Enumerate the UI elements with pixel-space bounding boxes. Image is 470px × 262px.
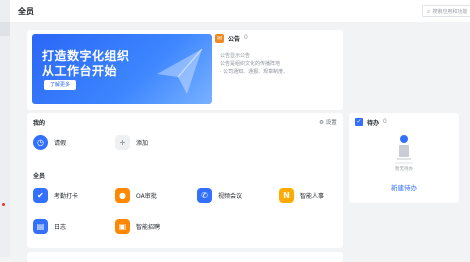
- banner-card: 打造数字化组织 从工作台开始 了解更多 ✉ 公告 0 公告显示公告 公告是组织文…: [27, 30, 343, 110]
- todo-title[interactable]: 待办: [367, 118, 379, 127]
- banner-headline-2: 从工作台开始: [42, 64, 118, 78]
- app-label: 添加: [136, 140, 149, 147]
- person-approve-icon: ●: [115, 188, 130, 203]
- app-label: 智能招聘: [136, 224, 161, 231]
- app-add[interactable]: + 添加: [115, 135, 148, 150]
- settings-button[interactable]: ⚙ 设置: [319, 118, 337, 126]
- settings-label: 设置: [325, 120, 337, 126]
- todo-count: 0: [383, 118, 387, 125]
- app-label: 请假: [54, 140, 67, 147]
- app-log[interactable]: ▤ 日志: [33, 219, 66, 234]
- page-title: 全员: [18, 7, 34, 16]
- app-label: 智能人事: [300, 193, 325, 200]
- clock-icon: ◷: [33, 135, 48, 150]
- empty-state-icon: [395, 135, 413, 164]
- app-recruiting[interactable]: ▣ 智能招聘: [115, 219, 160, 234]
- top-bar: 全员 ⌕ 搜索应用和功能: [10, 0, 470, 22]
- notice-line: · 公司通知、通报、规章制度、: [220, 69, 289, 75]
- briefcase-icon: ▣: [115, 219, 130, 234]
- checkbox-icon: ✓: [355, 118, 363, 126]
- app-leave[interactable]: ◷ 请假: [33, 135, 66, 150]
- todo-card: ✓ 待办 0 暂无待办 新建待办: [349, 113, 459, 203]
- notice-title[interactable]: 公告: [228, 34, 240, 43]
- app-label: 考勤打卡: [54, 193, 79, 200]
- location-check-icon: ✔: [33, 188, 48, 203]
- left-rail: [0, 0, 10, 257]
- notice-line: 公告显示公告: [220, 53, 251, 59]
- app-label: 日志: [54, 224, 67, 231]
- n-icon: N: [279, 188, 294, 203]
- app-attendance[interactable]: ✔ 考勤打卡: [33, 188, 78, 203]
- new-todo-button[interactable]: 新建待办: [349, 182, 459, 192]
- phone-icon: ✆: [197, 188, 212, 203]
- promo-banner[interactable]: 打造数字化组织 从工作台开始 了解更多: [32, 34, 212, 104]
- app-label: 视频会议: [218, 193, 243, 200]
- all-section-label: 全员: [33, 173, 46, 180]
- search-placeholder: 搜索应用和功能: [432, 9, 468, 15]
- app-video-meeting[interactable]: ✆ 视频会议: [197, 188, 242, 203]
- app-oa-approval[interactable]: ● OA审批: [115, 188, 157, 203]
- apps-card: 我的 ⚙ 设置 ◷ 请假 + 添加 全员 ✔ 考勤打卡 ● OA审批 ✆ 视频会…: [27, 113, 343, 248]
- notice-line: 公告是组织文化的传播阵地: [220, 61, 281, 67]
- notice-count: 0: [244, 34, 248, 41]
- mine-section-label: 我的: [33, 120, 46, 127]
- learn-more-button[interactable]: 了解更多: [44, 80, 77, 90]
- plus-icon: +: [115, 135, 130, 150]
- empty-text: 暂无待办: [395, 167, 413, 172]
- notice-icon: ✉: [215, 34, 224, 43]
- paper-plane-icon: [157, 48, 203, 94]
- settings-icon: ⚙: [319, 120, 324, 126]
- search-icon: ⌕: [427, 8, 431, 15]
- notification-dot: [2, 203, 5, 206]
- search-input[interactable]: ⌕ 搜索应用和功能: [422, 5, 470, 17]
- left-rail-tab[interactable]: [0, 22, 10, 36]
- app-smart-hr[interactable]: N 智能人事: [279, 188, 324, 203]
- app-label: OA审批: [136, 193, 157, 200]
- bottom-card: [27, 252, 343, 262]
- document-icon: ▤: [33, 219, 48, 234]
